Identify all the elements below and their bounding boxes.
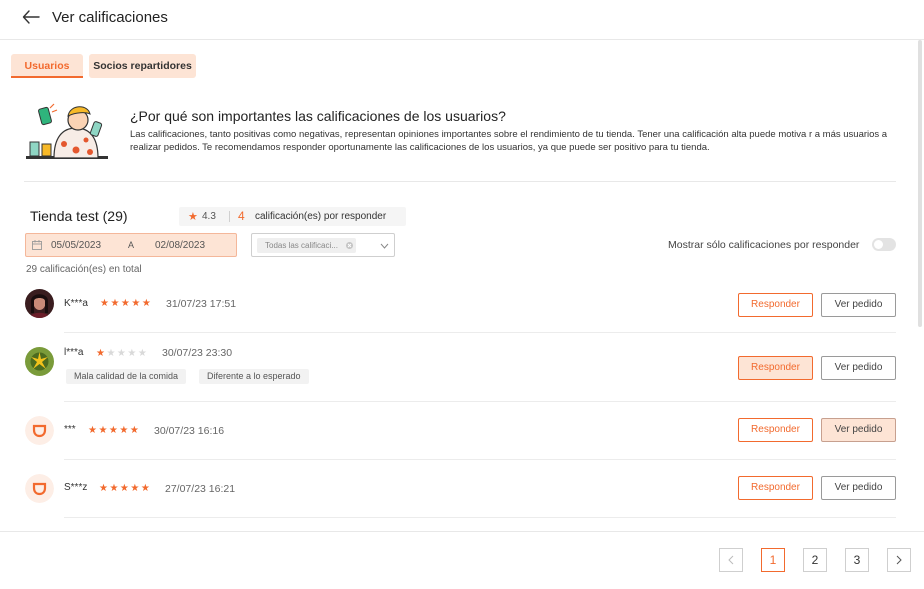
pagination-prev-button[interactable] [719,548,743,572]
reviewer-name: *** [64,424,76,435]
rating-filter-chip-label: Todas las calificaci... [265,241,338,250]
date-start[interactable]: 05/05/2023 [51,240,101,251]
avatar [25,474,54,503]
pending-count: 4 [238,209,245,223]
star-rating: ★★★★★ [96,348,149,359]
review-date: 31/07/23 17:51 [166,298,237,310]
star-icon: ★ [188,211,198,223]
review-date: 30/07/23 16:16 [154,425,225,437]
row-divider [64,332,896,333]
back-arrow-icon[interactable] [22,9,40,25]
date-end[interactable]: 02/08/2023 [155,240,205,251]
close-icon[interactable] [346,242,353,249]
rating-filter-select[interactable]: Todas las calificaci... [251,233,395,257]
view-order-button[interactable]: Ver pedido [821,418,896,442]
date-range-picker[interactable]: 05/05/2023 A 02/08/2023 [25,233,237,257]
info-title: ¿Por qué son importantes las calificacio… [130,108,506,124]
reviewer-name: S***z [64,482,88,493]
avatar [25,347,54,376]
top-bar: Ver calificaciones [0,0,924,40]
pending-only-label: Mostrar sólo calificaciones por responde… [668,239,860,251]
avatar [25,289,54,318]
review-tag: Diferente a lo esperado [199,369,309,384]
view-order-button[interactable]: Ver pedido [821,476,896,500]
rating-summary: ★ 4.3 4 calificación(es) por responder [179,207,406,226]
reply-button[interactable]: Responder [738,476,813,500]
total-count: 29 calificación(es) en total [26,264,142,275]
chevron-right-icon [896,555,902,565]
calendar-icon [32,240,42,250]
date-separator: A [128,240,135,250]
average-rating: 4.3 [202,211,216,222]
avatar [25,416,54,445]
store-title: Tienda test (29) [30,208,128,224]
review-date: 30/07/23 23:30 [162,347,233,359]
pagination-divider [0,531,924,532]
reviewer-name: K***a [64,298,88,309]
tab-usuarios[interactable]: Usuarios [11,54,83,78]
chevron-left-icon [728,555,734,565]
pagination-next-button[interactable] [887,548,911,572]
tab-socios-repartidores[interactable]: Socios repartidores [89,54,196,78]
review-date: 27/07/23 16:21 [165,483,236,495]
row-divider [64,459,896,460]
pagination-page-1[interactable]: 1 [761,548,785,572]
rating-filter-chip: Todas las calificaci... [257,238,356,253]
view-order-button[interactable]: Ver pedido [821,356,896,380]
info-description: Las calificaciones, tanto positivas como… [130,129,888,153]
star-rating: ★★★★★ [99,483,152,494]
pending-only-toggle[interactable] [872,238,896,251]
pagination-page-2[interactable]: 2 [803,548,827,572]
page-title: Ver calificaciones [52,9,168,26]
scrollbar[interactable] [918,40,922,327]
reply-button[interactable]: Responder [738,293,813,317]
row-divider [64,401,896,402]
ratings-illustration-icon [26,103,108,159]
pending-label: calificación(es) por responder [255,211,387,222]
reply-button[interactable]: Responder [738,418,813,442]
row-divider [64,517,896,518]
summary-separator [229,211,230,222]
chevron-down-icon [380,243,389,249]
view-order-button[interactable]: Ver pedido [821,293,896,317]
star-rating: ★★★★★ [100,298,153,309]
review-tag: Mala calidad de la comida [66,369,187,384]
reply-button[interactable]: Responder [738,356,813,380]
pagination-page-3[interactable]: 3 [845,548,869,572]
reviewer-name: l***a [64,347,84,358]
section-divider [24,181,896,182]
star-rating: ★★★★★ [88,425,141,436]
